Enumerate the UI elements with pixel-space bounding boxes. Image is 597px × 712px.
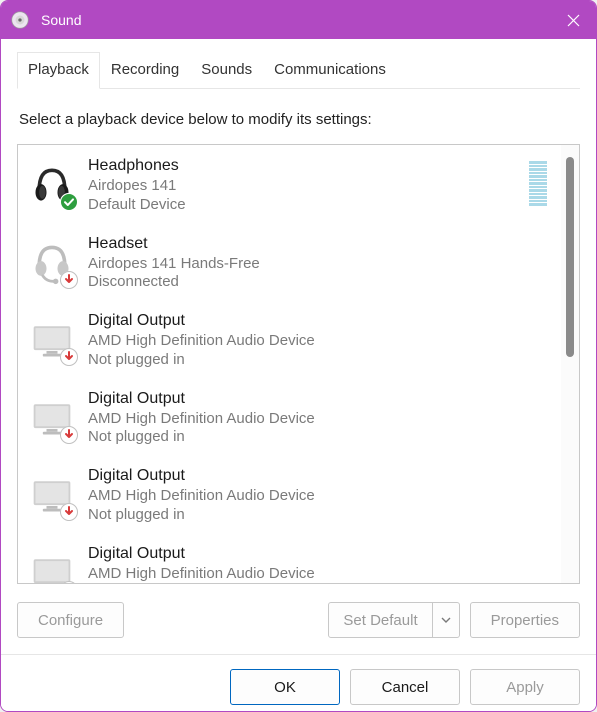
device-subtitle: AMD High Definition Audio Device [88, 331, 551, 351]
arrow-down-badge-icon [60, 503, 78, 521]
arrow-down-badge-icon [60, 348, 78, 366]
content-area: Playback Recording Sounds Communications… [1, 39, 596, 654]
device-name: Digital Output [88, 390, 551, 408]
check-badge-icon [60, 193, 78, 211]
sound-dialog: Sound Playback Recording Sounds Communic… [0, 0, 597, 712]
instruction-text: Select a playback device below to modify… [19, 111, 578, 128]
monitor-grey-icon [28, 316, 76, 364]
chevron-down-icon[interactable] [433, 617, 459, 623]
monitor-grey-icon [28, 471, 76, 519]
device-status: Default Device [88, 196, 517, 213]
monitor-grey-icon [28, 549, 76, 584]
tab-strip: Playback Recording Sounds Communications [17, 51, 580, 89]
device-info: HeadsetAirdopes 141 Hands-FreeDisconnect… [88, 235, 551, 291]
cancel-button[interactable]: Cancel [350, 669, 460, 705]
device-subtitle: AMD High Definition Audio Device [88, 409, 551, 429]
device-subtitle: Airdopes 141 [88, 176, 517, 196]
speaker-app-icon [11, 11, 29, 29]
device-subtitle: AMD High Definition Audio Device [88, 486, 551, 506]
device-status: Not plugged in [88, 428, 551, 445]
device-item[interactable]: Digital OutputAMD High Definition Audio … [18, 382, 561, 460]
device-info: Digital OutputAMD High Definition Audio … [88, 467, 551, 523]
device-list-container: HeadphonesAirdopes 141Default Device Hea… [17, 144, 580, 584]
device-info: Digital OutputAMD High Definition Audio … [88, 390, 551, 446]
device-subtitle: Airdopes 141 Hands-Free [88, 254, 551, 274]
device-info: HeadphonesAirdopes 141Default Device [88, 157, 517, 213]
configure-button[interactable]: Configure [17, 602, 124, 638]
dialog-footer: OK Cancel Apply [1, 654, 596, 712]
titlebar: Sound [1, 1, 596, 39]
tab-recording[interactable]: Recording [100, 52, 190, 89]
device-item[interactable]: Digital OutputAMD High Definition Audio … [18, 304, 561, 382]
headset-grey-icon [28, 239, 76, 287]
arrow-down-badge-icon [60, 581, 78, 584]
device-status: Disconnected [88, 273, 551, 290]
tab-playback[interactable]: Playback [17, 52, 100, 89]
set-default-label: Set Default [329, 603, 432, 637]
device-name: Digital Output [88, 467, 551, 485]
device-list[interactable]: HeadphonesAirdopes 141Default Device Hea… [18, 145, 561, 583]
device-item[interactable]: HeadsetAirdopes 141 Hands-FreeDisconnect… [18, 227, 561, 305]
device-subtitle: AMD High Definition Audio Device [88, 564, 551, 584]
set-default-button[interactable]: Set Default [328, 602, 459, 638]
tab-sounds[interactable]: Sounds [190, 52, 263, 89]
device-name: Digital Output [88, 545, 551, 563]
device-item[interactable]: HeadphonesAirdopes 141Default Device [18, 149, 561, 227]
device-name: Digital Output [88, 312, 551, 330]
tab-communications[interactable]: Communications [263, 52, 397, 89]
volume-meter [529, 161, 547, 207]
device-item[interactable]: Digital OutputAMD High Definition Audio … [18, 459, 561, 537]
device-status: Not plugged in [88, 351, 551, 368]
properties-button[interactable]: Properties [470, 602, 580, 638]
close-button[interactable] [550, 1, 596, 39]
device-name: Headphones [88, 157, 517, 175]
device-name: Headset [88, 235, 551, 253]
monitor-grey-icon [28, 394, 76, 442]
window-title: Sound [41, 12, 550, 28]
scrollbar[interactable] [561, 145, 579, 583]
list-buttons: Configure Set Default Properties [17, 602, 580, 638]
arrow-down-badge-icon [60, 271, 78, 289]
device-item[interactable]: Digital OutputAMD High Definition Audio … [18, 537, 561, 584]
headphones-dark-icon [28, 161, 76, 209]
scrollbar-thumb[interactable] [566, 157, 574, 357]
device-status: Not plugged in [88, 506, 551, 523]
apply-button[interactable]: Apply [470, 669, 580, 705]
device-info: Digital OutputAMD High Definition Audio … [88, 312, 551, 368]
ok-button[interactable]: OK [230, 669, 340, 705]
arrow-down-badge-icon [60, 426, 78, 444]
device-info: Digital OutputAMD High Definition Audio … [88, 545, 551, 584]
